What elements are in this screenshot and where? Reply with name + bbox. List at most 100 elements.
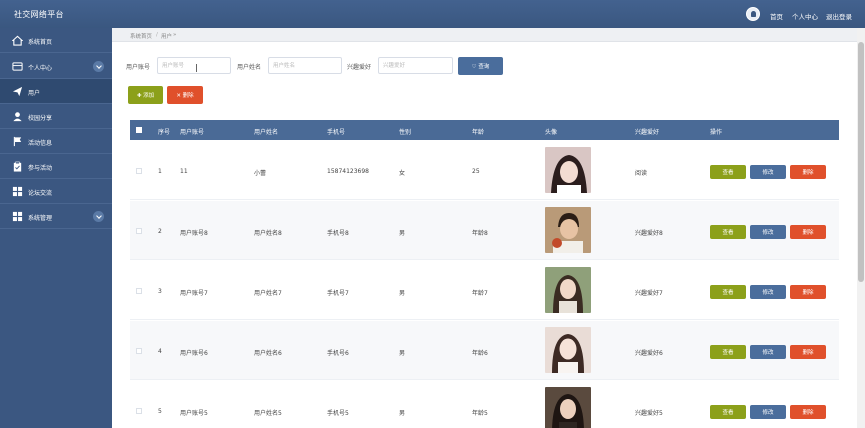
hobby-search-input[interactable]	[378, 57, 453, 74]
sidebar: 系统首页 个人中心 用户 校园分享 活动信息 参与活动 论坛交流 系统管理	[0, 28, 112, 428]
column-header-index: 序号	[158, 129, 171, 136]
sidebar-item-home[interactable]: 系统首页	[0, 28, 112, 53]
avatar-photo	[545, 327, 591, 373]
edit-button[interactable]: 修改	[750, 285, 786, 299]
name-label: 用户姓名	[237, 64, 262, 71]
view-button[interactable]: 查看	[710, 165, 746, 179]
delete-button[interactable]: 删除	[790, 345, 826, 359]
view-button[interactable]: 查看	[710, 405, 746, 419]
delete-button[interactable]: 删除	[790, 225, 826, 239]
sidebar-item-label: 个人中心	[28, 65, 53, 72]
edit-button[interactable]: 修改	[750, 405, 786, 419]
breadcrumb-home[interactable]: 系统首页	[130, 32, 152, 40]
cell-index: 5	[158, 408, 162, 415]
batch-delete-button[interactable]: ✕ 删除	[167, 86, 203, 104]
edit-button[interactable]: 修改	[750, 345, 786, 359]
row-checkbox[interactable]	[136, 288, 142, 294]
cell-age: 年龄6	[472, 350, 488, 357]
name-search-input[interactable]	[268, 57, 342, 74]
cell-phone: 15874123698	[327, 168, 369, 175]
avatar-photo	[545, 387, 591, 428]
cell-phone: 手机号7	[327, 290, 349, 297]
cell-account: 用户账号5	[180, 410, 208, 417]
sidebar-item-label: 系统管理	[28, 215, 53, 222]
breadcrumb-separator: /	[156, 32, 158, 38]
send-icon	[12, 86, 23, 97]
delete-button[interactable]: 删除	[790, 405, 826, 419]
select-all-checkbox[interactable]	[136, 127, 142, 133]
cell-age: 25	[472, 168, 480, 175]
breadcrumb-separator: »	[173, 32, 177, 38]
flag-icon	[13, 136, 22, 147]
cell-name: 用户姓名8	[254, 230, 282, 237]
app-title: 社交网络平台	[14, 10, 64, 19]
cell-age: 年龄8	[472, 230, 488, 237]
delete-button[interactable]: 删除	[790, 165, 826, 179]
scrollbar-thumb[interactable]	[858, 42, 864, 282]
cell-gender: 男	[399, 290, 406, 297]
avatar-photo	[545, 267, 591, 313]
view-button[interactable]: 查看	[710, 225, 746, 239]
cell-gender: 男	[399, 350, 406, 357]
edit-button[interactable]: 修改	[750, 225, 786, 239]
cell-gender: 女	[399, 170, 406, 177]
cell-hobby: 兴趣爱好7	[635, 290, 663, 297]
cell-name: 小蕾	[254, 170, 267, 177]
sidebar-item-label: 用户	[28, 90, 41, 97]
cell-hobby: 阅读	[635, 170, 648, 177]
view-button[interactable]: 查看	[710, 285, 746, 299]
table-header	[130, 120, 839, 140]
table-row: 3 用户账号7 用户姓名7 手机号7 男 年龄7 兴趣爱好7 查看 修改 删除	[130, 261, 839, 320]
user-icon	[13, 112, 22, 122]
grid-icon	[12, 211, 23, 222]
row-checkbox[interactable]	[136, 168, 142, 174]
chevron-down-icon[interactable]	[93, 61, 104, 72]
cell-gender: 男	[399, 410, 406, 417]
cell-phone: 手机号6	[327, 350, 349, 357]
sidebar-item-label: 校园分享	[28, 115, 53, 122]
account-search-input[interactable]	[157, 57, 231, 74]
cell-hobby: 兴趣爱好5	[635, 410, 663, 417]
hobby-label: 兴趣爱好	[347, 64, 372, 71]
delete-button[interactable]: 删除	[790, 285, 826, 299]
cell-hobby: 兴趣爱好6	[635, 350, 663, 357]
cell-age: 年龄7	[472, 290, 488, 297]
edit-button[interactable]: 修改	[750, 165, 786, 179]
profile-link[interactable]: 个人中心	[792, 11, 818, 21]
cell-age: 年龄5	[472, 410, 488, 417]
column-header-actions: 操作	[710, 129, 723, 136]
row-checkbox[interactable]	[136, 348, 142, 354]
sidebar-item-users[interactable]: 用户	[0, 79, 112, 104]
cell-name: 用户姓名6	[254, 350, 282, 357]
breadcrumb: 系统首页 / 用户 »	[112, 28, 857, 42]
home-link[interactable]: 首页	[770, 11, 783, 21]
page-scrollbar[interactable]	[857, 28, 865, 428]
search-button[interactable]: ♡ 查询	[458, 57, 503, 75]
chevron-down-icon[interactable]	[93, 211, 104, 222]
avatar-photo	[545, 147, 591, 193]
row-checkbox[interactable]	[136, 228, 142, 234]
cell-account: 用户账号7	[180, 290, 208, 297]
table-row: 1 11 小蕾 15874123698 女 25 阅读 查看 修改 删除	[130, 141, 839, 200]
sidebar-item-campus-share[interactable]: 校园分享	[0, 104, 112, 129]
row-checkbox[interactable]	[136, 408, 142, 414]
sidebar-item-personal[interactable]: 个人中心	[0, 54, 112, 79]
cell-gender: 男	[399, 230, 406, 237]
sidebar-item-system[interactable]: 系统管理	[0, 204, 112, 229]
cell-name: 用户姓名7	[254, 290, 282, 297]
view-button[interactable]: 查看	[710, 345, 746, 359]
grid-icon	[12, 186, 23, 197]
sidebar-item-forum[interactable]: 论坛交流	[0, 179, 112, 204]
cell-index: 2	[158, 228, 162, 235]
sidebar-item-join-activity[interactable]: 参与活动	[0, 154, 112, 179]
column-header-age: 年龄	[472, 129, 485, 136]
cell-account: 用户账号8	[180, 230, 208, 237]
user-avatar-icon[interactable]	[746, 7, 760, 21]
logout-link[interactable]: 退出登录	[826, 11, 852, 21]
add-button[interactable]: ✚ 添加	[128, 86, 163, 104]
cell-phone: 手机号8	[327, 230, 349, 237]
column-header-account: 用户账号	[180, 129, 205, 136]
cell-hobby: 兴趣爱好8	[635, 230, 663, 237]
sidebar-item-activity-info[interactable]: 活动信息	[0, 129, 112, 154]
account-label: 用户账号	[126, 64, 151, 71]
